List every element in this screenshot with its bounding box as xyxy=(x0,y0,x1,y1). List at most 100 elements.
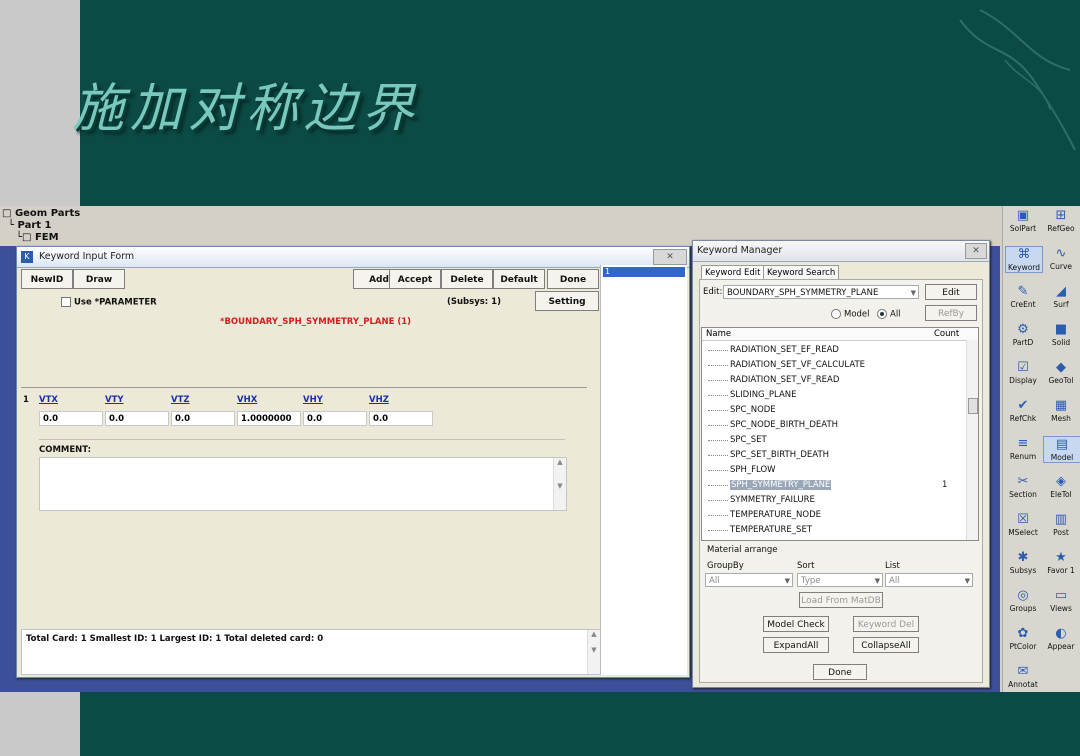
comment-textarea[interactable]: ▲ ▼ xyxy=(39,457,567,511)
status-scrollbar[interactable]: ▲ ▼ xyxy=(587,630,600,674)
edit-button[interactable]: Edit xyxy=(925,284,977,300)
newid-button[interactable]: NewID xyxy=(21,269,73,289)
toolbar-ptcolor-button[interactable]: ✿ PtColor xyxy=(1005,626,1041,651)
toolbar-post-button[interactable]: ▥ Post xyxy=(1043,512,1079,537)
done-button[interactable]: Done xyxy=(813,664,867,680)
column-name[interactable]: Name xyxy=(706,329,731,339)
expand-all-button[interactable]: ExpandAll xyxy=(763,637,829,653)
toolbar-partd-button[interactable]: ⚙ PartD xyxy=(1005,322,1041,347)
toolbar-appear-button[interactable]: ◐ Appear xyxy=(1043,626,1079,651)
vtx-field[interactable]: 0.0 xyxy=(39,411,103,426)
keyword-del-button[interactable]: Keyword Del xyxy=(853,616,919,632)
keyword-list-item[interactable]: TEMPERATURE_NODE xyxy=(702,508,978,523)
tab-keyword-edit[interactable]: Keyword Edit xyxy=(701,265,765,280)
edit-keyword-select[interactable]: BOUNDARY_SPH_SYMMETRY_PLANE ▼ xyxy=(723,285,919,299)
card-row-index: 1 xyxy=(23,395,29,405)
keyword-list-item[interactable]: SYMMETRY_FAILURE xyxy=(702,493,978,508)
card-id-list[interactable]: 1 xyxy=(600,265,687,675)
keyword-list-item[interactable]: RADIATION_SET_EF_READ xyxy=(702,343,978,358)
toolbar-surf-button[interactable]: ◢ Surf xyxy=(1043,284,1079,309)
vhz-field[interactable]: 0.0 xyxy=(369,411,433,426)
keyword-list-item[interactable]: SPC_SET xyxy=(702,433,978,448)
toolbar-refgeo-button[interactable]: ⊞ RefGeo xyxy=(1043,208,1079,233)
setting-button[interactable]: Setting xyxy=(535,291,599,311)
toolbar-geotol-button[interactable]: ◆ GeoTol xyxy=(1043,360,1079,385)
keyword-list-item[interactable]: SPH_FLOW xyxy=(702,463,978,478)
column-vty[interactable]: VTY xyxy=(105,395,124,405)
tree-item-part1[interactable]: └ Part 1 xyxy=(2,220,80,232)
toolbar-favor-1-button[interactable]: ★ Favor 1 xyxy=(1043,550,1079,575)
comment-scrollbar[interactable]: ▲ ▼ xyxy=(553,458,566,510)
toolbar-groups-button[interactable]: ◎ Groups xyxy=(1005,588,1041,613)
column-count[interactable]: Count xyxy=(934,328,959,340)
tree-item-fem[interactable]: └□ FEM xyxy=(2,232,80,244)
keyword-list-item[interactable]: RADIATION_SET_VF_CALCULATE xyxy=(702,358,978,373)
vhx-field[interactable]: 1.0000000 xyxy=(237,411,301,426)
toolbar-mesh-button[interactable]: ▦ Mesh xyxy=(1043,398,1079,423)
keyword-name: SYMMETRY_FAILURE xyxy=(730,495,815,505)
toolbar-section-button[interactable]: ✂ Section xyxy=(1005,474,1041,499)
slide-title: 施加对称边界 xyxy=(72,79,421,139)
keyword-list-item[interactable]: SLIDING_PLANE xyxy=(702,388,978,403)
keyword-list-item[interactable]: SPH_SYMMETRY_PLANE 1 xyxy=(702,478,978,493)
close-icon[interactable]: ✕ xyxy=(653,249,687,265)
toolbar-label: Groups xyxy=(1009,604,1037,613)
keyword-list-item[interactable]: RADIATION_SET_VF_READ xyxy=(702,373,978,388)
card-id-list-item[interactable]: 1 xyxy=(603,267,685,277)
keyword-list-scrollbar[interactable] xyxy=(966,340,978,540)
draw-button[interactable]: Draw xyxy=(73,269,125,289)
collapse-all-button[interactable]: CollapseAll xyxy=(853,637,919,653)
toolbar-model-button[interactable]: ▤ Model xyxy=(1043,436,1080,463)
toolbar-solpart-button[interactable]: ▣ SolPart xyxy=(1005,208,1041,233)
use-parameter-checkbox[interactable]: Use *PARAMETER xyxy=(61,297,157,308)
keyword-list-item[interactable]: THERMAL_BULKFLOW_ELEMENT xyxy=(702,538,978,540)
toolbar-curve-button[interactable]: ∿ Curve xyxy=(1043,246,1079,271)
toolbar-renum-button[interactable]: ≡ Renum xyxy=(1005,436,1041,461)
vhy-field[interactable]: 0.0 xyxy=(303,411,367,426)
column-vtz[interactable]: VTZ xyxy=(171,395,190,405)
keyword-input-form-titlebar: K Keyword Input Form ✕ xyxy=(17,247,689,268)
appear-icon: ◐ xyxy=(1055,626,1067,641)
keyword-list-item[interactable]: TEMPERATURE_SET xyxy=(702,523,978,538)
vtz-field[interactable]: 0.0 xyxy=(171,411,235,426)
vty-field[interactable]: 0.0 xyxy=(105,411,169,426)
done-button[interactable]: Done xyxy=(547,269,599,289)
toolbar-refchk-button[interactable]: ✔ RefChk xyxy=(1005,398,1041,423)
toolbar-creent-button[interactable]: ✎ CreEnt xyxy=(1005,284,1041,309)
model-check-button[interactable]: Model Check xyxy=(763,616,829,632)
load-from-matdb-button[interactable]: Load From MatDB xyxy=(799,592,883,608)
toolbar-display-button[interactable]: ☑ Display xyxy=(1005,360,1041,385)
toolbar-eletol-button[interactable]: ◈ EleTol xyxy=(1043,474,1079,499)
column-vhz[interactable]: VHZ xyxy=(369,395,389,405)
default-button[interactable]: Default xyxy=(493,269,545,289)
list-label: List xyxy=(885,561,900,571)
toolbar-views-button[interactable]: ▭ Views xyxy=(1043,588,1079,613)
toolbar-label: Display xyxy=(1009,376,1037,385)
radio-all[interactable]: All xyxy=(877,309,901,320)
column-vtx[interactable]: VTX xyxy=(39,395,58,405)
toolbar-label: RefChk xyxy=(1009,414,1037,423)
column-vhx[interactable]: VHX xyxy=(237,395,257,405)
sort-select[interactable]: Type ▼ xyxy=(797,573,883,587)
toolbar-mselect-button[interactable]: ☒ MSelect xyxy=(1005,512,1041,537)
column-vhy[interactable]: VHY xyxy=(303,395,323,405)
list-select[interactable]: All ▼ xyxy=(885,573,973,587)
accept-button[interactable]: Accept xyxy=(389,269,441,289)
tab-keyword-search[interactable]: Keyword Search xyxy=(763,265,840,280)
keyword-list-item[interactable]: SPC_NODE xyxy=(702,403,978,418)
mselect-icon: ☒ xyxy=(1017,512,1029,527)
toolbar-annotat-button[interactable]: ✉ Annotat xyxy=(1005,664,1041,689)
refby-button[interactable]: RefBy xyxy=(925,305,977,321)
toolbar-subsys-button[interactable]: ✱ Subsys xyxy=(1005,550,1041,575)
scrollbar-thumb[interactable] xyxy=(968,398,978,414)
delete-button[interactable]: Delete xyxy=(441,269,493,289)
keyword-list-item[interactable]: SPC_SET_BIRTH_DEATH xyxy=(702,448,978,463)
close-icon[interactable]: ✕ xyxy=(965,243,987,259)
keyword-list[interactable]: Name Count RADIATION_SET_EF_READ RADIATIO… xyxy=(701,327,979,541)
keyword-list-item[interactable]: SPC_NODE_BIRTH_DEATH xyxy=(702,418,978,433)
toolbar-keyword-button[interactable]: ⌘ Keyword xyxy=(1005,246,1043,273)
groupby-select[interactable]: All ▼ xyxy=(705,573,793,587)
radio-model[interactable]: Model xyxy=(831,309,870,320)
tree-item-geom-parts[interactable]: □ Geom Parts xyxy=(2,208,80,220)
toolbar-solid-button[interactable]: ■ Solid xyxy=(1043,322,1079,347)
